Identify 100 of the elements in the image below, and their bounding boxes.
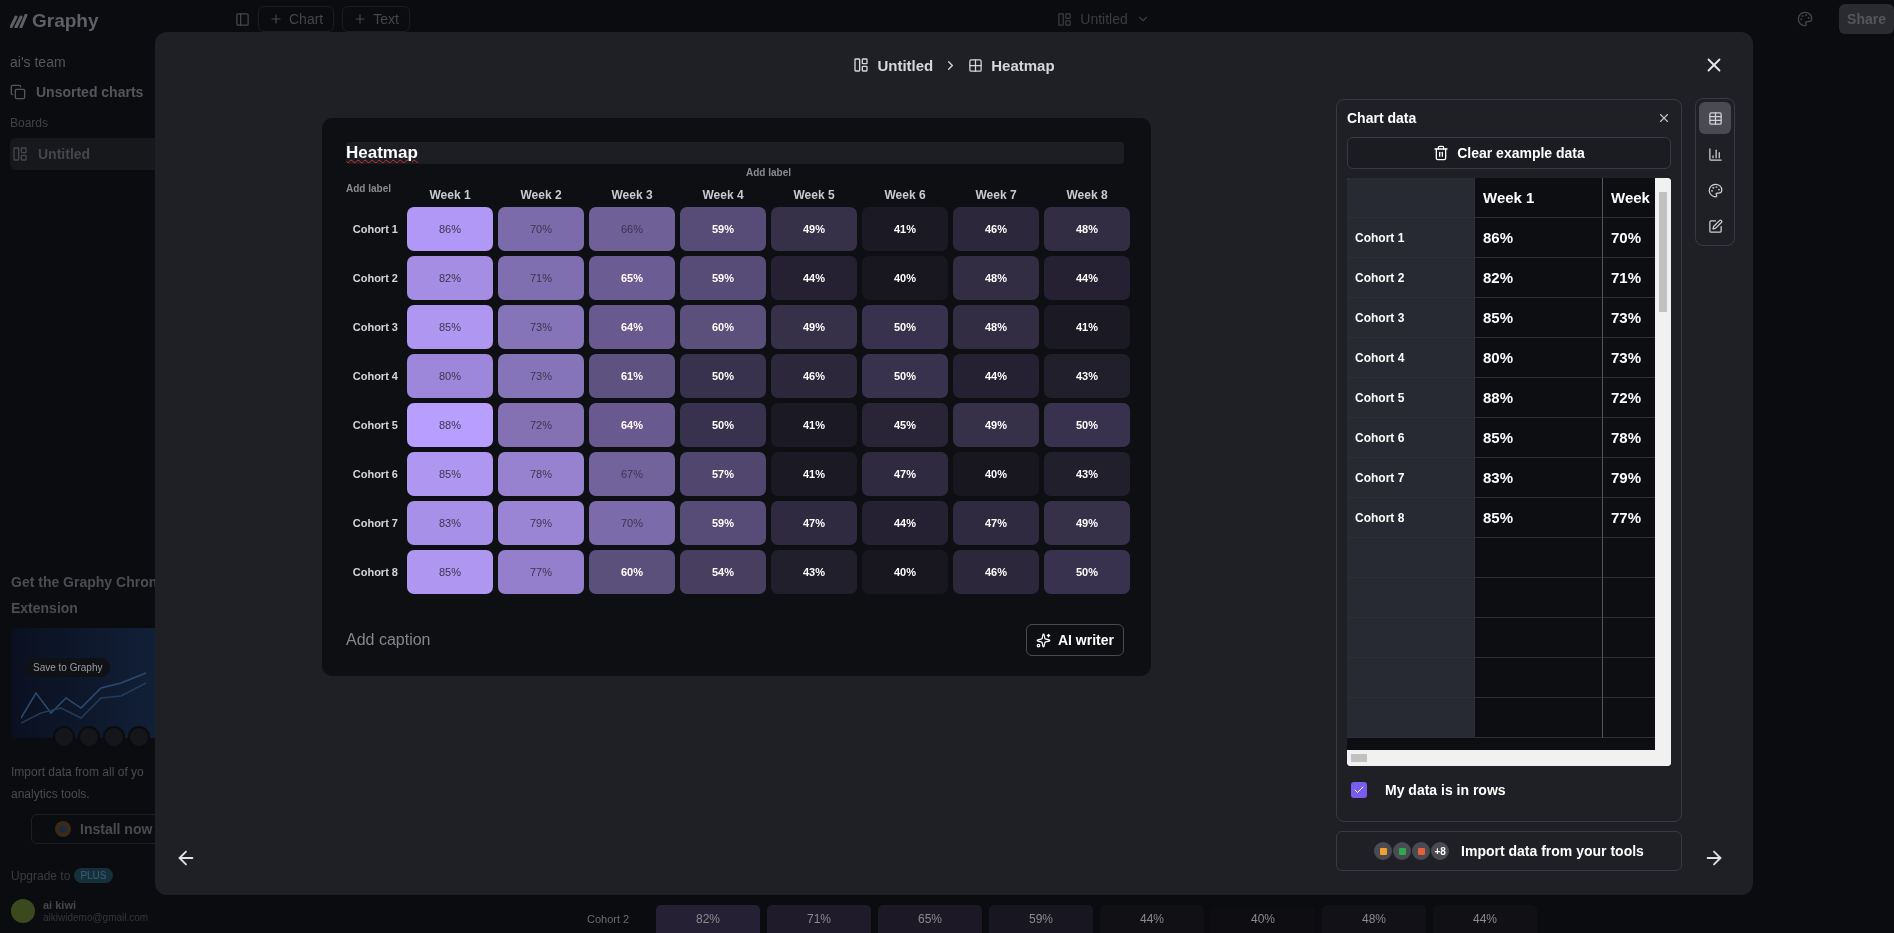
square-icon	[1397, 846, 1407, 856]
heatmap-cell: 44%	[953, 354, 1039, 398]
promo-text: analytics tools.	[11, 786, 91, 802]
heatmap-cell: 40%	[862, 550, 948, 594]
corner-cell[interactable]	[1347, 178, 1475, 218]
logo-mark-icon	[10, 14, 28, 28]
heatmap-cell: 49%	[953, 403, 1039, 447]
chart-title-field[interactable]: Heatmap	[346, 142, 1124, 164]
trash-icon	[1433, 145, 1450, 161]
heatmap-cell: 70%	[589, 501, 675, 545]
logo-text: Graphy	[32, 10, 99, 32]
board-icon	[1057, 11, 1073, 27]
checkbox[interactable]	[1351, 782, 1367, 798]
data-cell[interactable]: 85%	[1475, 418, 1603, 458]
heatmap-cell: 45%	[862, 403, 948, 447]
row-label-cell[interactable]: Cohort 4	[1347, 338, 1475, 378]
y-axis-label-field[interactable]: Add label	[346, 183, 402, 194]
row-header: Cohort 6	[351, 467, 399, 482]
heatmap-cell: 49%	[1044, 501, 1130, 545]
heatmap-cell: 72%	[498, 403, 584, 447]
heatmap-cell: 71%	[767, 905, 871, 933]
row-header: Cohort 7	[351, 516, 399, 531]
promo-text: Import data from all of yo	[11, 764, 145, 780]
x-axis-label-field[interactable]: Add label	[746, 168, 791, 178]
heatmap-cell: 85%	[407, 305, 493, 349]
header-cell[interactable]: Week 1	[1475, 178, 1603, 218]
row-label-cell[interactable]: Cohort 1	[1347, 218, 1475, 258]
row-label-cell[interactable]: Cohort 3	[1347, 298, 1475, 338]
close-icon	[1657, 111, 1671, 125]
data-cell[interactable]: 86%	[1475, 218, 1603, 258]
heatmap-cell: 44%	[1100, 905, 1204, 933]
heatmap-cell: 40%	[953, 452, 1039, 496]
column-header: Week 8	[1065, 188, 1109, 202]
heatmap-cell: 59%	[680, 501, 766, 545]
heatmap-cell: 43%	[1044, 354, 1130, 398]
row-label-cell[interactable]: Cohort 8	[1347, 498, 1475, 538]
promo-title: Get the Graphy Chron	[11, 573, 159, 592]
caption-field[interactable]: Add caption	[346, 631, 646, 649]
heatmap-cell: 60%	[589, 550, 675, 594]
column-header: Week 3	[610, 188, 654, 202]
plus-icon	[353, 12, 368, 26]
heatmap-cell: 85%	[407, 550, 493, 594]
row-label-cell[interactable]: Cohort 6	[1347, 418, 1475, 458]
data-cell[interactable]: 83%	[1475, 458, 1603, 498]
heatmap-cell: 64%	[589, 403, 675, 447]
heatmap-cell: 88%	[407, 403, 493, 447]
data-cell[interactable]: 85%	[1475, 498, 1603, 538]
heatmap-cell: 65%	[878, 905, 982, 933]
heatmap-cell: 44%	[771, 256, 857, 300]
heatmap-cell: 49%	[771, 207, 857, 251]
heatmap-cell: 49%	[771, 305, 857, 349]
row-label-cell[interactable]: Cohort 7	[1347, 458, 1475, 498]
heatmap-cell: 47%	[862, 452, 948, 496]
board-link[interactable]: Untitled	[853, 56, 934, 74]
chart-icon	[1707, 146, 1723, 162]
user-name: ai kiwi	[43, 899, 78, 912]
save-pill: Save to Graphy	[25, 658, 111, 677]
heatmap-cell: 50%	[862, 305, 948, 349]
heatmap-cell: 43%	[771, 550, 857, 594]
checkbox-label: My data is in rows	[1385, 782, 1506, 798]
heatmap-cell: 70%	[498, 207, 584, 251]
heatmap-cell: 82%	[656, 905, 760, 933]
row-header: Cohort 2	[351, 271, 399, 286]
heatmap-cell: 86%	[407, 207, 493, 251]
stacked-squares-icon	[10, 84, 26, 100]
heatmap-cell: 61%	[589, 354, 675, 398]
row-header: Cohort 3	[351, 320, 399, 335]
sidebar-toggle-icon[interactable]	[235, 11, 250, 27]
data-cell[interactable]: 82%	[1475, 258, 1603, 298]
heatmap-cell: 73%	[498, 354, 584, 398]
column-header: Week 4	[701, 188, 745, 202]
chart-link[interactable]: Heatmap	[968, 56, 1055, 74]
row-header: Cohort 4	[351, 369, 399, 384]
table-tool-button[interactable]	[1699, 102, 1731, 134]
row-label-cell[interactable]: Cohort 2	[1347, 258, 1475, 298]
data-cell[interactable]: 85%	[1475, 298, 1603, 338]
heatmap-cell: 40%	[862, 256, 948, 300]
data-cell[interactable]: 88%	[1475, 378, 1603, 418]
sparkles-icon	[1036, 632, 1051, 648]
heatmap-cell: 44%	[1044, 256, 1130, 300]
heatmap-cell: 67%	[589, 452, 675, 496]
data-cell[interactable]: 80%	[1475, 338, 1603, 378]
heatmap-cell: 50%	[680, 354, 766, 398]
square-icon	[1416, 846, 1426, 856]
heatmap-cell: 59%	[680, 256, 766, 300]
column-header: Week 1	[428, 188, 472, 202]
column-header: Week 6	[883, 188, 927, 202]
heatmap-cell: 78%	[498, 452, 584, 496]
close-button[interactable]	[1657, 111, 1671, 125]
row-label-cell[interactable]: Cohort 5	[1347, 378, 1475, 418]
column-header: Week 2	[519, 188, 563, 202]
heatmap-cell: 48%	[953, 305, 1039, 349]
import-data-button[interactable]: +8 Import data from your tools	[1336, 831, 1682, 871]
edit-icon	[1707, 218, 1723, 234]
heatmap-cell: 48%	[1322, 905, 1426, 933]
table-icon	[1707, 110, 1723, 126]
palette-icon[interactable]	[1797, 11, 1814, 27]
ai-writer-button[interactable]: AI writer	[1026, 624, 1124, 656]
promo-title: Extension	[11, 599, 79, 618]
clear-data-button[interactable]: Clear example data	[1347, 137, 1671, 169]
